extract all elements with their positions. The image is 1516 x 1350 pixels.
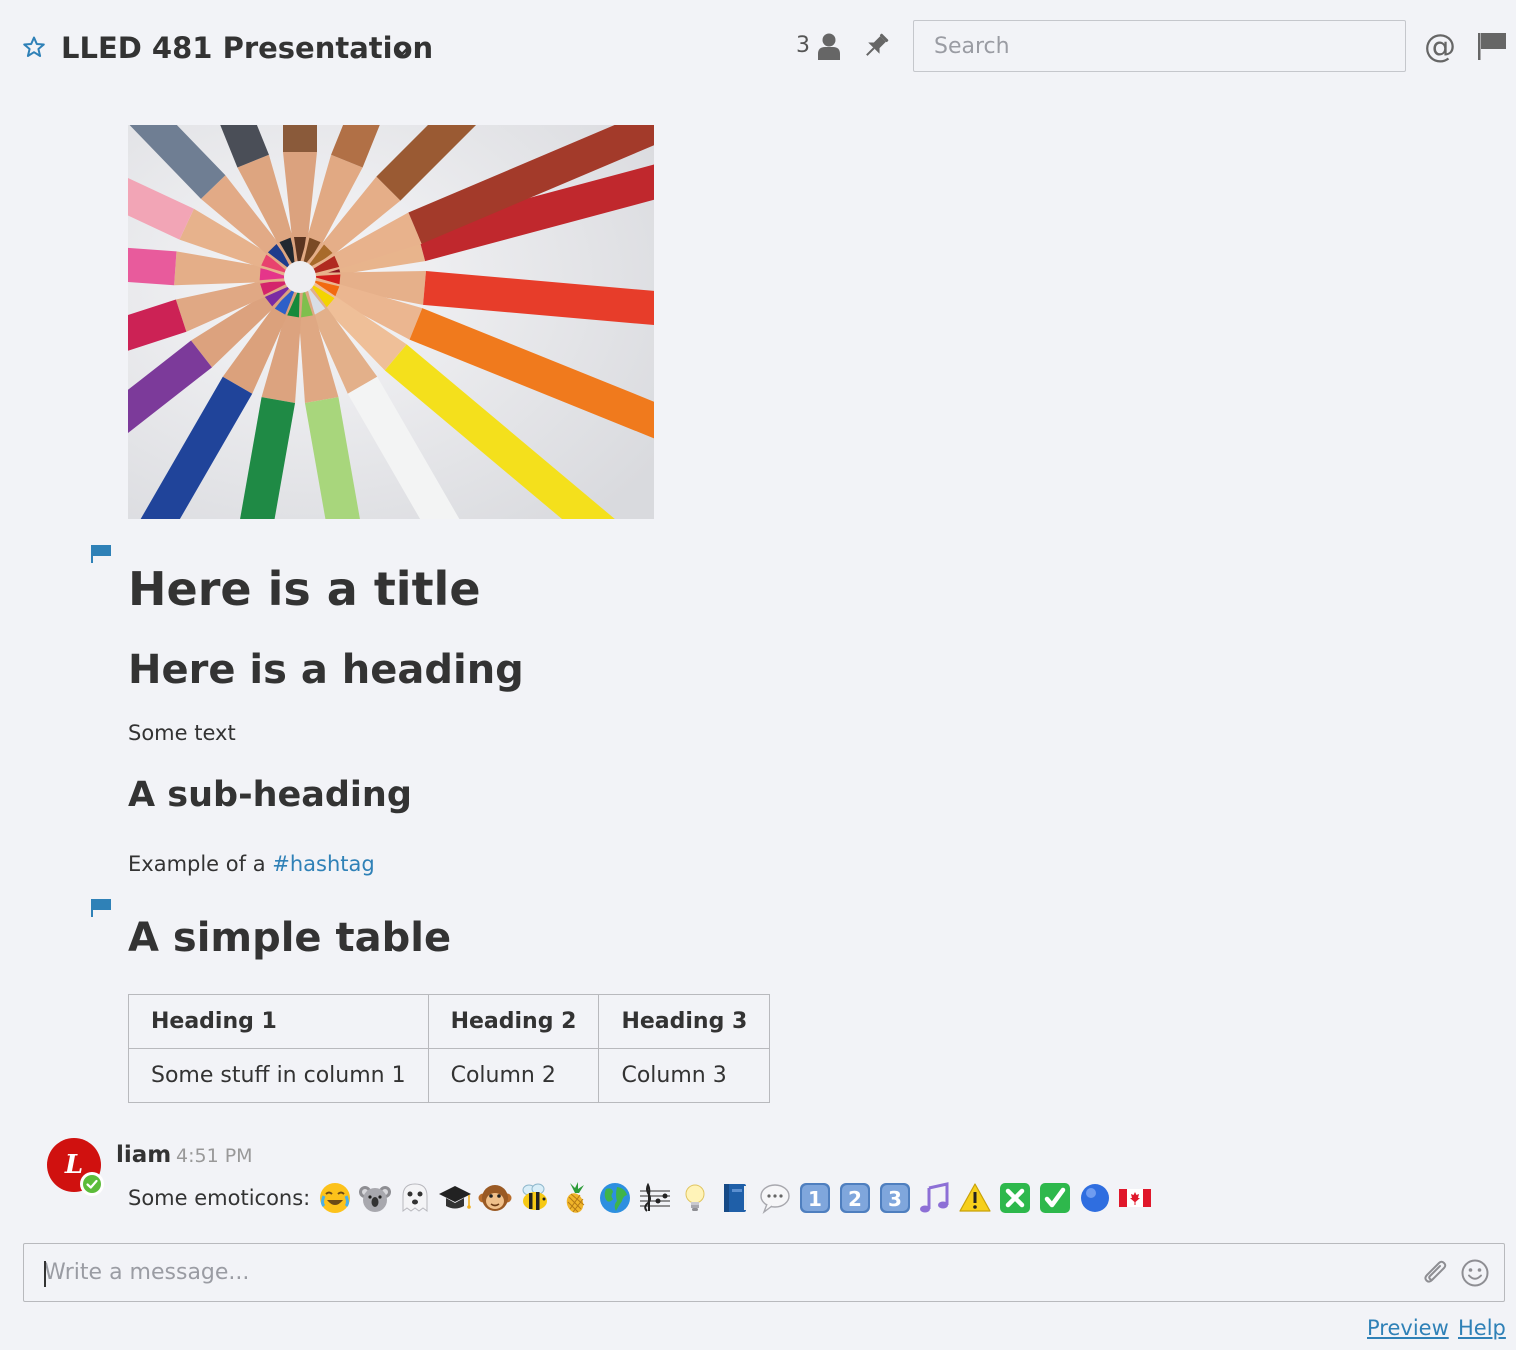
pencils-illustration <box>128 125 654 519</box>
keycap-2-emoji: 2 <box>840 1183 871 1213</box>
warning-emoji <box>959 1183 991 1212</box>
post-text: Some text <box>128 721 236 745</box>
canada-flag-emoji <box>1119 1189 1152 1207</box>
post-subheading: A sub-heading <box>128 775 412 815</box>
hashtag-link[interactable]: #hashtag <box>272 852 374 876</box>
graduation-cap-emoji <box>439 1186 472 1209</box>
markdown-table: Heading 1 Heading 2 Heading 3 Some stuff… <box>128 994 771 1103</box>
chevron-down-icon[interactable] <box>392 41 412 61</box>
light-bulb-emoji <box>685 1184 705 1211</box>
message-composer <box>23 1243 1505 1302</box>
table-header-cell: Heading 3 <box>598 994 771 1049</box>
table-row: Some stuff in column 1 Column 2 Column 3 <box>128 1048 771 1103</box>
hashtag-prefix: Example of a <box>128 852 273 876</box>
blue-circle-emoji <box>1081 1184 1110 1212</box>
table-header-row: Heading 1 Heading 2 Heading 3 <box>128 994 771 1049</box>
message-input[interactable] <box>24 1244 1404 1301</box>
check-mark-emoji <box>1040 1183 1071 1213</box>
member-icon[interactable] <box>816 31 842 61</box>
emoji-picker-icon[interactable] <box>1460 1258 1490 1288</box>
search-input[interactable] <box>913 20 1406 72</box>
pineapple-emoji <box>566 1182 585 1213</box>
svg-text:1: 1 <box>808 1187 822 1211</box>
channel-title[interactable]: LLED 481 Presentation <box>61 30 433 66</box>
table-cell: Column 3 <box>598 1048 771 1103</box>
online-status-icon <box>80 1172 104 1196</box>
svg-text:2: 2 <box>848 1187 862 1211</box>
speech-balloon-emoji <box>760 1184 790 1214</box>
table-title: A simple table <box>128 915 452 961</box>
mention-icon[interactable]: @ <box>1424 26 1456 66</box>
svg-text:3: 3 <box>888 1187 902 1211</box>
monkey-emoji <box>478 1185 512 1211</box>
musical-note-emoji <box>920 1182 949 1213</box>
pin-icon[interactable] <box>860 30 892 62</box>
username[interactable]: liam <box>116 1140 171 1170</box>
flagged-posts-icon[interactable] <box>1476 30 1508 62</box>
post-heading: Here is a heading <box>128 647 524 693</box>
hashtag-line: Example of a #hashtag <box>128 849 375 879</box>
bee-emoji <box>522 1183 548 1210</box>
joy-emoji <box>320 1183 351 1213</box>
message-body: Some emoticons: 1 2 3 <box>128 1178 1158 1218</box>
table-header-cell: Heading 1 <box>128 994 429 1049</box>
keycap-1-emoji: 1 <box>800 1183 831 1213</box>
table-header-cell: Heading 2 <box>427 994 600 1049</box>
text-cursor <box>44 1261 46 1287</box>
message-text: Some emoticons: <box>128 1186 311 1210</box>
ghost-emoji <box>402 1183 428 1212</box>
help-link[interactable]: Help <box>1458 1314 1506 1342</box>
preview-link[interactable]: Preview <box>1367 1314 1449 1342</box>
musical-score-emoji <box>640 1182 671 1212</box>
timestamp[interactable]: 4:51 PM <box>176 1143 253 1169</box>
keycap-3-emoji: 3 <box>880 1183 911 1213</box>
star-icon[interactable] <box>22 35 46 59</box>
channel-header: LLED 481 Presentation 3 @ <box>0 0 1516 95</box>
post-title: Here is a title <box>128 562 481 616</box>
colored-pencils-image[interactable] <box>128 125 654 519</box>
paperclip-icon[interactable] <box>1420 1258 1452 1290</box>
koala-emoji <box>359 1186 392 1212</box>
cross-mark-emoji <box>1000 1183 1031 1213</box>
table-cell: Some stuff in column 1 <box>128 1048 429 1103</box>
member-count[interactable]: 3 <box>796 32 810 60</box>
blue-book-emoji <box>724 1184 748 1212</box>
table-cell: Column 2 <box>427 1048 600 1103</box>
globe-emoji <box>600 1183 631 1213</box>
flag-icon[interactable] <box>90 543 112 565</box>
flag-icon[interactable] <box>90 897 112 919</box>
